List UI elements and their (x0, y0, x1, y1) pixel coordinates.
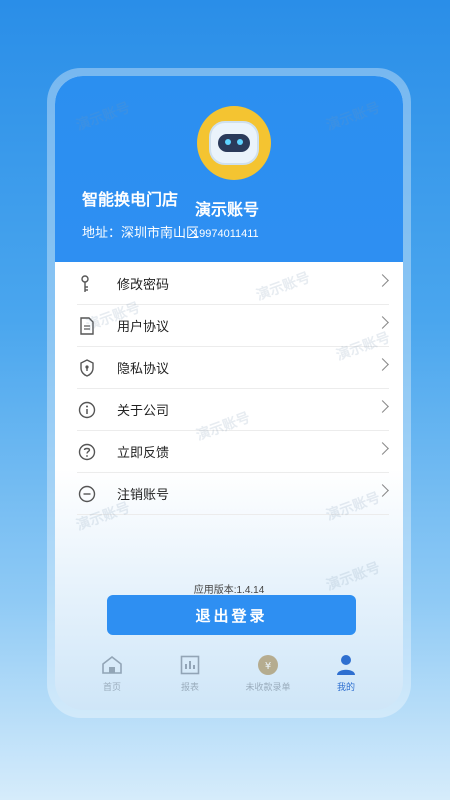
account-name: 演示账号 (195, 202, 260, 219)
chevron-right-icon (376, 484, 389, 497)
tab-report[interactable]: 报表 (155, 654, 225, 693)
avatar[interactable] (197, 106, 271, 180)
info-icon (77, 400, 97, 420)
report-icon (179, 654, 201, 676)
menu-item-label: 隐私协议 (117, 361, 170, 376)
chevron-right-icon (376, 358, 389, 371)
bottom-tab-bar: 首页 报表 ¥ 未收款录单 我的 (55, 654, 403, 710)
phone-frame: 智能换电门店 演示账号 地址：深圳市南山区 19974011411 修改密码 用… (47, 68, 411, 718)
receipt-icon: ¥ (257, 654, 279, 676)
chevron-right-icon (376, 400, 389, 413)
menu-item-label: 注销账号 (117, 487, 170, 502)
chevron-right-icon (376, 274, 389, 287)
user-icon (335, 654, 357, 676)
menu-item-label: 用户协议 (117, 319, 170, 334)
svg-text:¥: ¥ (265, 661, 271, 672)
shop-name: 智能换电门店 (82, 192, 179, 209)
menu-item-change-password[interactable]: 修改密码 (77, 263, 389, 305)
menu-item-cancel-account[interactable]: 注销账号 (77, 473, 389, 515)
phone-number: 19974011411 (193, 228, 259, 240)
menu-item-privacy-policy[interactable]: 隐私协议 (77, 347, 389, 389)
tab-mine[interactable]: 我的 (311, 654, 381, 693)
menu-item-label: 修改密码 (117, 277, 170, 292)
menu-item-user-agreement[interactable]: 用户协议 (77, 305, 389, 347)
menu-item-label: 关于公司 (117, 403, 170, 418)
tab-home[interactable]: 首页 (77, 654, 147, 693)
profile-header: 智能换电门店 演示账号 地址：深圳市南山区 19974011411 (55, 76, 403, 262)
document-icon (77, 316, 97, 336)
chevron-right-icon (376, 442, 389, 455)
chevron-right-icon (376, 316, 389, 329)
shop-address: 地址：深圳市南山区 (82, 225, 200, 240)
menu-item-feedback[interactable]: 立即反馈 (77, 431, 389, 473)
key-icon (77, 274, 97, 294)
minus-circle-icon (77, 484, 97, 504)
robot-avatar-icon (209, 121, 259, 165)
settings-menu: 修改密码 用户协议 隐私协议 关于公司 立即反馈 注销账号 (55, 263, 403, 515)
logout-button[interactable]: 退出登录 (107, 595, 356, 635)
tab-unpaid-orders[interactable]: ¥ 未收款录单 (233, 654, 303, 693)
tab-label: 我的 (336, 682, 355, 692)
tab-label: 报表 (180, 682, 199, 692)
app-version: 应用版本:1.4.14 (193, 585, 265, 596)
shield-icon (77, 358, 97, 378)
menu-item-about-company[interactable]: 关于公司 (77, 389, 389, 431)
tab-label: 未收款录单 (245, 682, 291, 692)
question-icon (77, 442, 97, 462)
home-icon (101, 654, 123, 676)
menu-item-label: 立即反馈 (117, 445, 170, 460)
tab-label: 首页 (102, 682, 121, 692)
profile-screen: 智能换电门店 演示账号 地址：深圳市南山区 19974011411 修改密码 用… (55, 76, 403, 710)
